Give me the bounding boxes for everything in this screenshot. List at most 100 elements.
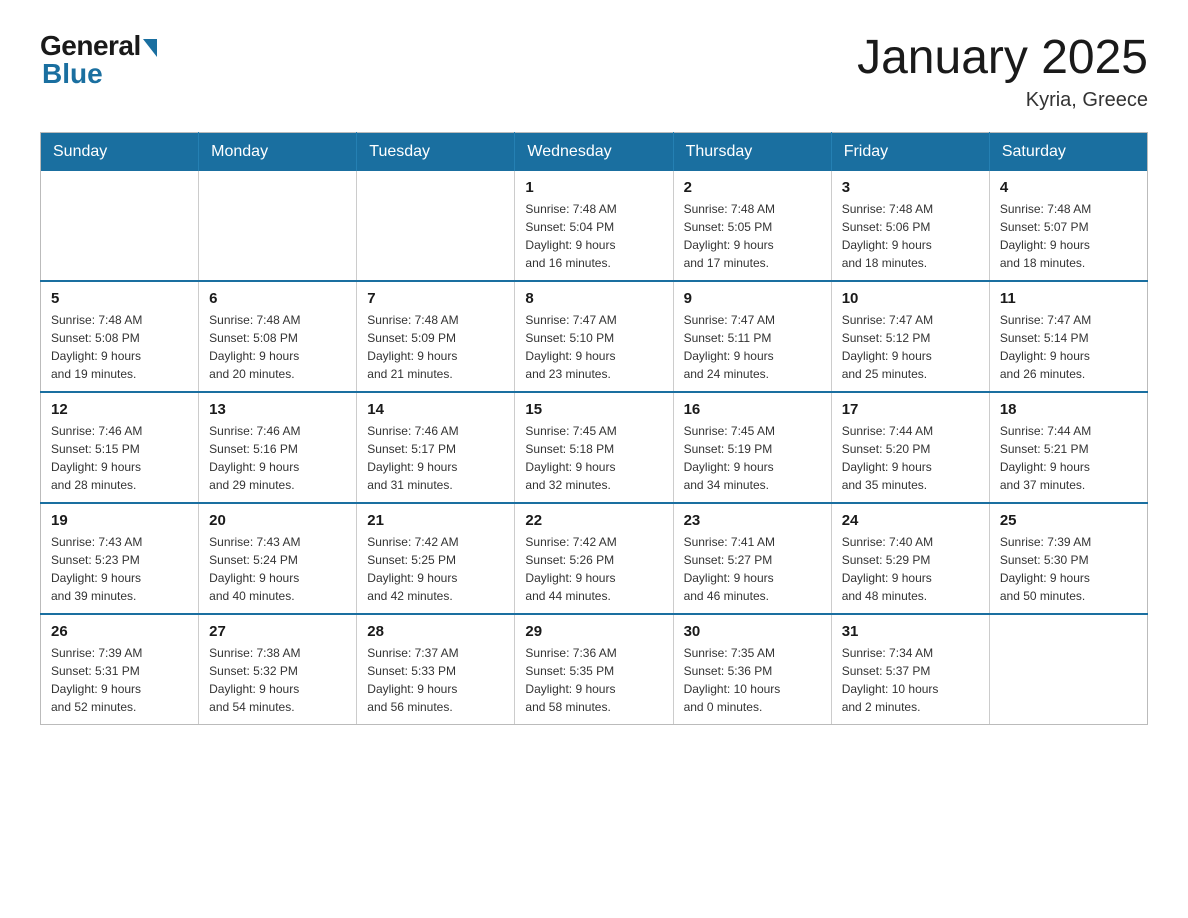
- day-cell: 23Sunrise: 7:41 AMSunset: 5:27 PMDayligh…: [673, 503, 831, 614]
- logo-line: Blue: [40, 62, 157, 90]
- logo: General Blue: [40, 30, 157, 90]
- day-cell: [989, 614, 1147, 725]
- day-number: 29: [525, 623, 662, 640]
- day-number: 13: [209, 401, 346, 418]
- day-number: 10: [842, 290, 979, 307]
- day-info: Sunrise: 7:46 AMSunset: 5:16 PMDaylight:…: [209, 422, 346, 494]
- day-number: 22: [525, 512, 662, 529]
- day-number: 4: [1000, 179, 1137, 196]
- day-cell: [357, 171, 515, 281]
- day-info: Sunrise: 7:43 AMSunset: 5:24 PMDaylight:…: [209, 533, 346, 605]
- day-info: Sunrise: 7:40 AMSunset: 5:29 PMDaylight:…: [842, 533, 979, 605]
- header-cell-friday: Friday: [831, 133, 989, 172]
- day-cell: 7 Sunrise: 7:48 AMSunset: 5:09 PMDaylight…: [357, 281, 515, 392]
- calendar-table: SundayMondayTuesdayWednesdayThursdayFrid…: [40, 132, 1148, 725]
- day-info: Sunrise: 7:47 AMSunset: 5:11 PMDaylight:…: [684, 311, 821, 383]
- day-number: 11: [1000, 290, 1137, 307]
- week-row-4: 19Sunrise: 7:43 AMSunset: 5:23 PMDayligh…: [41, 503, 1148, 614]
- day-number: 27: [209, 623, 346, 640]
- day-cell: 29Sunrise: 7:36 AMSunset: 5:35 PMDayligh…: [515, 614, 673, 725]
- day-info: Sunrise: 7:48 AMSunset: 5:06 PMDaylight:…: [842, 200, 979, 272]
- header-cell-thursday: Thursday: [673, 133, 831, 172]
- day-info: Sunrise: 7:42 AMSunset: 5:25 PMDaylight:…: [367, 533, 504, 605]
- day-info: Sunrise: 7:48 AMSunset: 5:07 PMDaylight:…: [1000, 200, 1137, 272]
- day-info: Sunrise: 7:48 AMSunset: 5:08 PMDaylight:…: [209, 311, 346, 383]
- header-cell-sunday: Sunday: [41, 133, 199, 172]
- day-number: 25: [1000, 512, 1137, 529]
- day-number: 3: [842, 179, 979, 196]
- week-row-1: 1 Sunrise: 7:48 AMSunset: 5:04 PMDaylight…: [41, 171, 1148, 281]
- day-cell: 13 Sunrise: 7:46 AMSunset: 5:16 PMDayligh…: [199, 392, 357, 503]
- day-cell: 2 Sunrise: 7:48 AMSunset: 5:05 PMDaylight…: [673, 171, 831, 281]
- day-info: Sunrise: 7:45 AMSunset: 5:18 PMDaylight:…: [525, 422, 662, 494]
- day-info: Sunrise: 7:48 AMSunset: 5:09 PMDaylight:…: [367, 311, 504, 383]
- day-cell: 21 Sunrise: 7:42 AMSunset: 5:25 PMDayligh…: [357, 503, 515, 614]
- calendar-header: SundayMondayTuesdayWednesdayThursdayFrid…: [41, 133, 1148, 172]
- day-number: 30: [684, 623, 821, 640]
- day-cell: 18 Sunrise: 7:44 AMSunset: 5:21 PMDayligh…: [989, 392, 1147, 503]
- day-number: 17: [842, 401, 979, 418]
- day-number: 6: [209, 290, 346, 307]
- day-info: Sunrise: 7:48 AMSunset: 5:04 PMDaylight:…: [525, 200, 662, 272]
- day-info: Sunrise: 7:34 AMSunset: 5:37 PMDaylight:…: [842, 644, 979, 716]
- day-info: Sunrise: 7:46 AMSunset: 5:17 PMDaylight:…: [367, 422, 504, 494]
- day-cell: 5Sunrise: 7:48 AMSunset: 5:08 PMDaylight…: [41, 281, 199, 392]
- day-cell: 24 Sunrise: 7:40 AMSunset: 5:29 PMDayligh…: [831, 503, 989, 614]
- day-info: Sunrise: 7:47 AMSunset: 5:10 PMDaylight:…: [525, 311, 662, 383]
- day-info: Sunrise: 7:37 AMSunset: 5:33 PMDaylight:…: [367, 644, 504, 716]
- day-cell: 26 Sunrise: 7:39 AMSunset: 5:31 PMDayligh…: [41, 614, 199, 725]
- day-info: Sunrise: 7:39 AMSunset: 5:30 PMDaylight:…: [1000, 533, 1137, 605]
- day-number: 26: [51, 623, 188, 640]
- day-number: 21: [367, 512, 504, 529]
- day-number: 12: [51, 401, 188, 418]
- day-cell: 11 Sunrise: 7:47 AMSunset: 5:14 PMDayligh…: [989, 281, 1147, 392]
- logo-blue-text: Blue: [42, 58, 103, 90]
- title-area: January 2025 Kyria, Greece: [857, 30, 1148, 112]
- week-row-2: 5Sunrise: 7:48 AMSunset: 5:08 PMDaylight…: [41, 281, 1148, 392]
- day-number: 18: [1000, 401, 1137, 418]
- day-info: Sunrise: 7:47 AMSunset: 5:14 PMDaylight:…: [1000, 311, 1137, 383]
- week-row-5: 26 Sunrise: 7:39 AMSunset: 5:31 PMDayligh…: [41, 614, 1148, 725]
- day-info: Sunrise: 7:38 AMSunset: 5:32 PMDaylight:…: [209, 644, 346, 716]
- day-cell: 3 Sunrise: 7:48 AMSunset: 5:06 PMDaylight…: [831, 171, 989, 281]
- day-info: Sunrise: 7:39 AMSunset: 5:31 PMDaylight:…: [51, 644, 188, 716]
- day-cell: 17 Sunrise: 7:44 AMSunset: 5:20 PMDayligh…: [831, 392, 989, 503]
- day-number: 14: [367, 401, 504, 418]
- day-cell: 15 Sunrise: 7:45 AMSunset: 5:18 PMDayligh…: [515, 392, 673, 503]
- day-number: 24: [842, 512, 979, 529]
- day-cell: [41, 171, 199, 281]
- day-number: 9: [684, 290, 821, 307]
- day-info: Sunrise: 7:41 AMSunset: 5:27 PMDaylight:…: [684, 533, 821, 605]
- day-cell: [199, 171, 357, 281]
- day-cell: 30Sunrise: 7:35 AMSunset: 5:36 PMDayligh…: [673, 614, 831, 725]
- day-cell: 6 Sunrise: 7:48 AMSunset: 5:08 PMDaylight…: [199, 281, 357, 392]
- day-info: Sunrise: 7:44 AMSunset: 5:20 PMDaylight:…: [842, 422, 979, 494]
- day-number: 20: [209, 512, 346, 529]
- day-cell: 1 Sunrise: 7:48 AMSunset: 5:04 PMDaylight…: [515, 171, 673, 281]
- day-cell: 12 Sunrise: 7:46 AMSunset: 5:15 PMDayligh…: [41, 392, 199, 503]
- day-info: Sunrise: 7:44 AMSunset: 5:21 PMDaylight:…: [1000, 422, 1137, 494]
- day-number: 7: [367, 290, 504, 307]
- day-info: Sunrise: 7:48 AMSunset: 5:08 PMDaylight:…: [51, 311, 188, 383]
- month-title: January 2025: [857, 30, 1148, 85]
- day-number: 2: [684, 179, 821, 196]
- day-info: Sunrise: 7:43 AMSunset: 5:23 PMDaylight:…: [51, 533, 188, 605]
- page-header: General Blue January 2025 Kyria, Greece: [40, 30, 1148, 112]
- day-cell: 22 Sunrise: 7:42 AMSunset: 5:26 PMDayligh…: [515, 503, 673, 614]
- day-info: Sunrise: 7:48 AMSunset: 5:05 PMDaylight:…: [684, 200, 821, 272]
- day-cell: 9 Sunrise: 7:47 AMSunset: 5:11 PMDaylight…: [673, 281, 831, 392]
- header-cell-monday: Monday: [199, 133, 357, 172]
- day-number: 28: [367, 623, 504, 640]
- day-number: 1: [525, 179, 662, 196]
- day-info: Sunrise: 7:46 AMSunset: 5:15 PMDaylight:…: [51, 422, 188, 494]
- day-info: Sunrise: 7:47 AMSunset: 5:12 PMDaylight:…: [842, 311, 979, 383]
- header-row: SundayMondayTuesdayWednesdayThursdayFrid…: [41, 133, 1148, 172]
- day-number: 16: [684, 401, 821, 418]
- calendar-body: 1 Sunrise: 7:48 AMSunset: 5:04 PMDaylight…: [41, 171, 1148, 725]
- day-cell: 4 Sunrise: 7:48 AMSunset: 5:07 PMDaylight…: [989, 171, 1147, 281]
- day-cell: 31Sunrise: 7:34 AMSunset: 5:37 PMDayligh…: [831, 614, 989, 725]
- day-number: 8: [525, 290, 662, 307]
- day-info: Sunrise: 7:42 AMSunset: 5:26 PMDaylight:…: [525, 533, 662, 605]
- day-number: 15: [525, 401, 662, 418]
- logo-arrow-icon: [143, 39, 157, 57]
